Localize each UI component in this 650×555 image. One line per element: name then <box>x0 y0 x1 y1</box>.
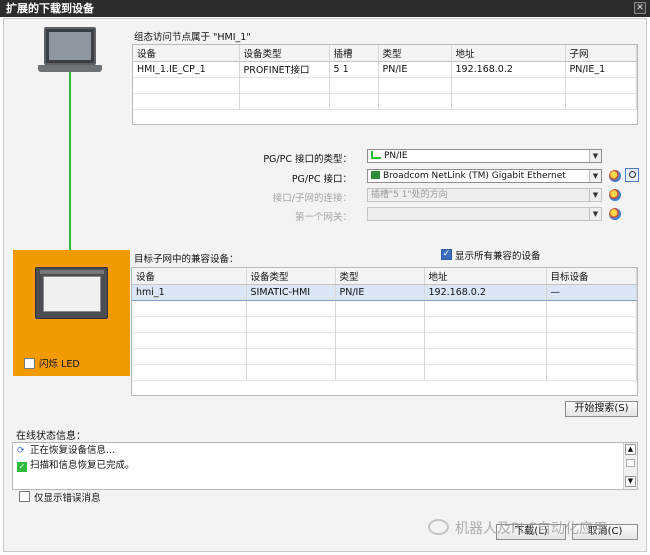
watermark-text: 机器人及PLC自动化应用 <box>455 521 608 537</box>
status-message: 扫描和信息恢复已完成。 <box>30 460 135 471</box>
online-status-caption: 在线状态信息： <box>16 431 86 442</box>
table-header-row: 设备 设备类型 插槽 类型 地址 子网 <box>133 45 637 62</box>
close-icon[interactable]: ✕ <box>634 2 646 14</box>
table-cell: PN/IE_1 <box>565 61 637 78</box>
gateway-select[interactable]: ▼ <box>367 207 602 221</box>
chevron-down-icon[interactable]: ▼ <box>589 150 601 162</box>
success-check-icon: ✓ <box>17 462 27 472</box>
table-cell: PN/IE <box>335 283 425 301</box>
flash-led-checkbox[interactable] <box>24 358 35 369</box>
show-all-devices-checkbox[interactable]: ✓ <box>441 249 452 260</box>
table-cell: HMI_1.IE_CP_1 <box>133 61 240 78</box>
pgpc-type-value: PN/IE <box>384 151 408 161</box>
diagnostics-icon[interactable] <box>609 170 621 182</box>
window-title-bar: 扩展的下载到设备 ✕ <box>0 0 650 17</box>
table-row <box>132 332 637 349</box>
access-node-table: 设备 设备类型 插槽 类型 地址 子网 HMI_1.IE_CP_1 PROFIN… <box>132 44 638 125</box>
scroll-down-icon[interactable]: ▼ <box>625 476 636 487</box>
connection-line <box>69 72 71 270</box>
table-cell: PROFINET接口 <box>239 61 330 78</box>
pgpc-laptop-icon <box>44 27 96 65</box>
scrollbar[interactable]: ▲ ▼ <box>623 443 637 489</box>
column-header: 地址 <box>451 45 566 62</box>
network-icon <box>371 151 381 159</box>
show-errors-only-label: 仅显示错误消息 <box>34 493 101 504</box>
nic-icon <box>371 171 380 179</box>
table-cell: 192.168.0.2 <box>451 61 566 78</box>
pgpc-iface-value: Broadcom NetLink (TM) Gigabit Ethernet <box>383 171 566 181</box>
column-header: 目标设备 <box>546 268 637 285</box>
column-header: 子网 <box>565 45 637 62</box>
column-header: 设备类型 <box>239 45 330 62</box>
properties-icon[interactable] <box>625 168 639 182</box>
diagnostics-icon[interactable] <box>609 189 621 201</box>
table-row <box>132 316 637 333</box>
wechat-logo-icon <box>428 519 449 535</box>
laptop-base <box>38 65 102 72</box>
table-row <box>132 300 637 317</box>
table-row <box>132 348 637 365</box>
show-all-devices-label: 显示所有兼容的设备 <box>455 251 541 262</box>
subnet-connection-select[interactable]: 插槽"5 1"处的方向 ▼ <box>367 188 602 202</box>
subnet-connection-label: 接口/子网的连接： <box>272 193 352 204</box>
table-row <box>133 77 637 94</box>
scroll-up-icon[interactable]: ▲ <box>625 444 636 455</box>
target-device-panel: 闪烁 LED <box>13 250 130 376</box>
chevron-down-icon[interactable]: ▼ <box>589 189 601 201</box>
table-row[interactable]: hmi_1 SIMATIC-HMI PN/IE 192.168.0.2 — <box>132 283 637 301</box>
column-header: 设备 <box>132 268 247 285</box>
pgpc-iface-select[interactable]: Broadcom NetLink (TM) Gigabit Ethernet ▼ <box>367 169 602 183</box>
gateway-label: 第一个网关： <box>294 212 352 223</box>
chevron-down-icon[interactable]: ▼ <box>589 208 601 220</box>
column-header: 类型 <box>378 45 452 62</box>
scroll-thumb[interactable] <box>626 459 635 467</box>
pgpc-type-label: PG/PC 接口的类型： <box>263 154 352 165</box>
table-cell: SIMATIC-HMI <box>246 283 336 301</box>
table-cell: — <box>546 283 637 301</box>
show-errors-only-checkbox[interactable] <box>19 491 30 502</box>
column-header: 插槽 <box>329 45 379 62</box>
pgpc-iface-label: PG/PC 接口： <box>291 174 352 185</box>
window-title: 扩展的下载到设备 <box>6 2 94 15</box>
flash-led-label: 闪烁 LED <box>39 359 80 370</box>
access-node-caption: 组态访问节点属于 "HMI_1" <box>134 32 251 43</box>
online-status-list: ⟳ 正在恢复设备信息... ✓ 扫描和信息恢复已完成。 ▲ ▼ <box>12 442 638 490</box>
list-item: ✓ 扫描和信息恢复已完成。 <box>17 459 135 473</box>
loading-icon: ⟳ <box>17 446 25 456</box>
table-header-row: 设备 设备类型 类型 地址 目标设备 <box>132 268 637 285</box>
table-row <box>132 364 637 381</box>
column-header: 类型 <box>335 268 425 285</box>
status-message: 正在恢复设备信息... <box>30 445 116 456</box>
table-cell: 192.168.0.2 <box>424 283 547 301</box>
table-cell: PN/IE <box>378 61 452 78</box>
table-cell: 5 1 <box>329 61 379 78</box>
column-header: 设备 <box>133 45 240 62</box>
column-header: 地址 <box>424 268 547 285</box>
subnet-connection-value: 插槽"5 1"处的方向 <box>371 190 448 200</box>
column-header: 设备类型 <box>246 268 336 285</box>
table-row <box>133 93 637 110</box>
chevron-down-icon[interactable]: ▼ <box>589 170 601 182</box>
start-search-button[interactable]: 开始搜索(S) <box>565 401 638 417</box>
list-item: ⟳ 正在恢复设备信息... <box>17 444 115 458</box>
pgpc-type-select[interactable]: PN/IE ▼ <box>367 149 602 163</box>
diagnostics-icon[interactable] <box>609 208 621 220</box>
table-row[interactable]: HMI_1.IE_CP_1 PROFINET接口 5 1 PN/IE 192.1… <box>133 61 637 78</box>
target-devices-caption: 目标子网中的兼容设备： <box>134 254 239 265</box>
hmi-panel-icon <box>35 267 108 319</box>
table-cell: hmi_1 <box>132 283 247 301</box>
target-devices-table: 设备 设备类型 类型 地址 目标设备 hmi_1 SIMATIC-HMI PN/… <box>131 267 638 396</box>
